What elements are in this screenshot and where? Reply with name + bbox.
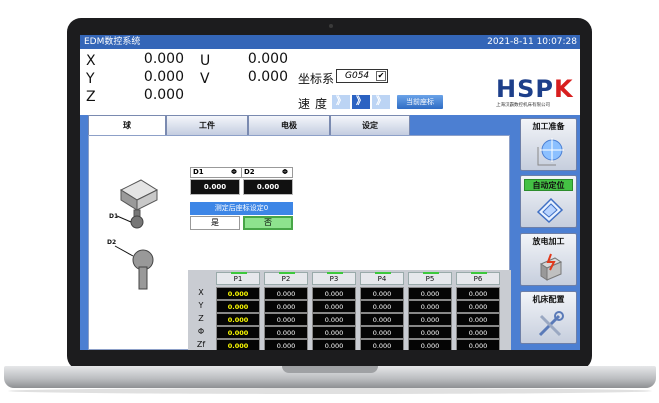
auto-locate-button[interactable]: 自动定位 bbox=[520, 175, 577, 228]
axis-v-value: 0.000 bbox=[247, 69, 288, 85]
speed-button-3[interactable]: 》 bbox=[372, 95, 390, 109]
tab-electrode[interactable]: 电极 bbox=[248, 115, 330, 135]
axis-v-label: V bbox=[200, 71, 210, 87]
checkbox-icon[interactable]: ✔ bbox=[376, 71, 386, 81]
table-cell[interactable]: 0.000 bbox=[408, 326, 452, 339]
tab-workpiece[interactable]: 工件 bbox=[166, 115, 248, 135]
tab-content: D1 D2 D1 Φ D2 Φ 0.000 0.000 测定后座标设定0 是 否 P… bbox=[88, 135, 511, 350]
laptop-shadow bbox=[8, 388, 652, 394]
locate-icon bbox=[536, 197, 564, 224]
table-cell[interactable]: 0.000 bbox=[312, 300, 356, 313]
col-p2: P2 bbox=[264, 272, 308, 285]
axis-x-value: 0.000 bbox=[143, 51, 184, 67]
coord-select[interactable]: G054 ✔ bbox=[336, 69, 388, 83]
table-cell[interactable]: 0.000 bbox=[216, 300, 260, 313]
table-cell[interactable]: 0.000 bbox=[216, 313, 260, 326]
axis-z-value: 0.000 bbox=[143, 87, 184, 103]
table-cell[interactable]: 0.000 bbox=[264, 339, 308, 350]
laptop-notch bbox=[282, 366, 378, 373]
table-cell[interactable]: 0.000 bbox=[408, 300, 452, 313]
col-p6: P6 bbox=[456, 272, 500, 285]
d2-header: D2 Φ bbox=[241, 167, 293, 178]
table-cell[interactable]: 0.000 bbox=[360, 287, 404, 300]
col-p5: P5 bbox=[408, 272, 452, 285]
probe-diagram: D1 D2 bbox=[107, 179, 159, 290]
company-logo: HSPK 上海汉霸数控机床有限公司 bbox=[496, 77, 576, 111]
yes-button[interactable]: 是 bbox=[190, 216, 240, 230]
coord-label: 坐标系 bbox=[298, 72, 335, 86]
table-cell[interactable]: 0.000 bbox=[360, 339, 404, 350]
spark-icon bbox=[539, 253, 563, 281]
table-cell[interactable]: 0.000 bbox=[312, 313, 356, 326]
table-cell[interactable]: 0.000 bbox=[264, 300, 308, 313]
table-cell[interactable]: 0.000 bbox=[456, 339, 500, 350]
table-cell[interactable]: 0.000 bbox=[456, 300, 500, 313]
tab-bar: 球 工件 电极 设定 bbox=[88, 115, 508, 135]
table-cell[interactable]: 0.000 bbox=[408, 313, 452, 326]
table-cell[interactable]: 0.000 bbox=[312, 287, 356, 300]
coord-value: G054 bbox=[345, 71, 370, 81]
col-p1: P1 bbox=[216, 272, 260, 285]
diagram-d2-label: D2 bbox=[107, 239, 116, 246]
laptop-frame: EDM数控系统 2021-8-11 10:07:28 X 0.000 Y 0.0… bbox=[0, 0, 659, 403]
table-cell[interactable]: 0.000 bbox=[456, 287, 500, 300]
app-title: EDM数控系统 bbox=[84, 37, 141, 47]
axis-u-label: U bbox=[200, 53, 211, 69]
table-cell[interactable]: 0.000 bbox=[360, 326, 404, 339]
tools-icon bbox=[538, 311, 564, 337]
table-cell[interactable]: 0.000 bbox=[264, 287, 308, 300]
diagram-d1-label: D1 bbox=[109, 213, 118, 220]
row-label-y: Y bbox=[198, 301, 204, 310]
d1-header: D1 Φ bbox=[190, 167, 242, 178]
points-table: P1 P2 P3 P4 P5 P6 X 0.000 0.000 0.000 0.000 0… bbox=[188, 270, 511, 350]
row-label-x: X bbox=[198, 288, 204, 297]
datetime: 2021-8-11 10:07:28 bbox=[487, 37, 577, 47]
table-cell[interactable]: 0.000 bbox=[312, 339, 356, 350]
table-cell[interactable]: 0.000 bbox=[408, 339, 452, 350]
app-screen: EDM数控系统 2021-8-11 10:07:28 X 0.000 Y 0.0… bbox=[80, 35, 580, 350]
axis-y-value: 0.000 bbox=[143, 69, 184, 85]
edm-machining-button[interactable]: 放电加工 bbox=[520, 233, 577, 286]
d1-value-field[interactable]: 0.000 bbox=[190, 179, 240, 195]
row-label-zf: Zf bbox=[196, 340, 206, 349]
table-cell[interactable]: 0.000 bbox=[456, 326, 500, 339]
title-bar: EDM数控系统 2021-8-11 10:07:28 bbox=[80, 35, 580, 49]
main-panel: 球 工件 电极 设定 D1 D2 D1 Φ D2 Φ 0.000 0.000 测… bbox=[80, 115, 516, 350]
table-cell[interactable]: 0.000 bbox=[360, 300, 404, 313]
set-coord-zero-label: 测定后座标设定0 bbox=[190, 202, 293, 215]
table-cell[interactable]: 0.000 bbox=[264, 326, 308, 339]
col-p3: P3 bbox=[312, 272, 356, 285]
tab-ball[interactable]: 球 bbox=[88, 115, 166, 135]
camera-dot bbox=[329, 24, 333, 28]
sidebar: 加工准备 自动定位 放电加工 机床配置 bbox=[516, 115, 580, 350]
axis-readout: X 0.000 Y 0.000 Z 0.000 U 0.000 V 0.000 … bbox=[80, 49, 580, 115]
table-cell[interactable]: 0.000 bbox=[216, 326, 260, 339]
no-button[interactable]: 否 bbox=[243, 216, 293, 230]
axis-z-label: Z bbox=[86, 89, 96, 105]
col-p4: P4 bbox=[360, 272, 404, 285]
current-coord-button[interactable]: 当前座标 bbox=[397, 95, 443, 109]
d2-value-field[interactable]: 0.000 bbox=[243, 179, 293, 195]
axis-u-value: 0.000 bbox=[247, 51, 288, 67]
speed-button-1[interactable]: 》 bbox=[332, 95, 350, 109]
row-label-z: Z bbox=[198, 314, 204, 323]
tab-settings[interactable]: 设定 bbox=[330, 115, 410, 135]
logo-mark: HSPK bbox=[496, 75, 574, 103]
axis-y-label: Y bbox=[86, 71, 95, 87]
table-cell[interactable]: 0.000 bbox=[456, 313, 500, 326]
table-cell[interactable]: 0.000 bbox=[216, 287, 260, 300]
table-cell[interactable]: 0.000 bbox=[312, 326, 356, 339]
machine-config-button[interactable]: 机床配置 bbox=[520, 291, 577, 344]
row-label-phi: Φ bbox=[197, 327, 205, 336]
table-cell[interactable]: 0.000 bbox=[360, 313, 404, 326]
table-cell[interactable]: 0.000 bbox=[408, 287, 452, 300]
table-cell[interactable]: 0.000 bbox=[264, 313, 308, 326]
speed-button-2[interactable]: 》 bbox=[352, 95, 370, 109]
target-icon bbox=[537, 138, 564, 166]
table-cell[interactable]: 0.000 bbox=[216, 339, 260, 350]
prep-button[interactable]: 加工准备 bbox=[520, 118, 577, 171]
speed-label: 速度 bbox=[298, 97, 333, 111]
axis-x-label: X bbox=[86, 53, 96, 69]
